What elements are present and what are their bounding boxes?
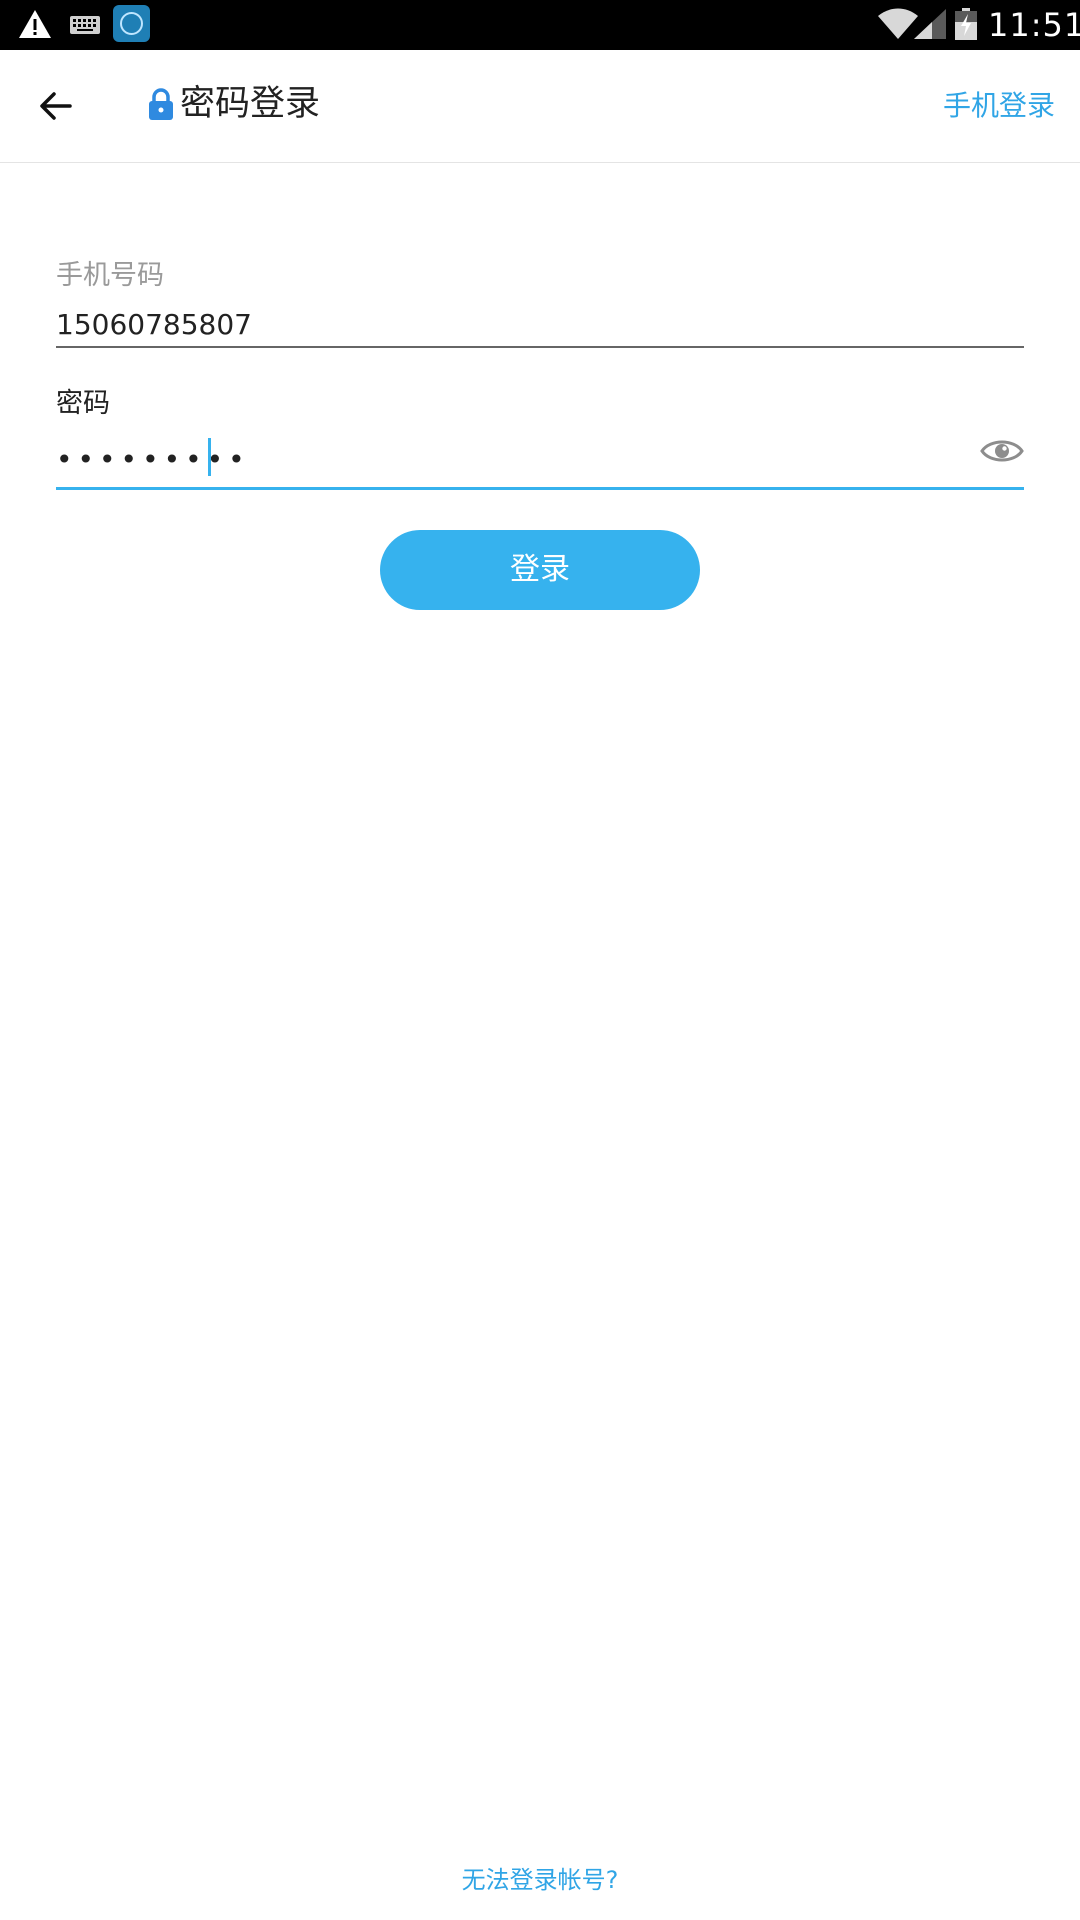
app-header: 密码登录 手机登录 [0,50,1080,163]
keyboard-icon [70,16,100,34]
lock-icon [149,88,173,120]
battery-charging-icon [955,8,977,40]
phone-number-label: 手机号码 [56,260,164,291]
phone-number-input[interactable]: 15060785807 [56,304,1024,348]
wifi-icon [878,8,918,39]
signal-icon [914,9,946,39]
login-button[interactable]: 登录 [380,530,700,610]
password-input[interactable]: ••••••••• [56,434,1024,490]
password-label: 密码 [56,388,110,419]
cannot-login-link[interactable]: 无法登录帐号? [0,1860,1080,1900]
status-time: 11:51 [988,6,1080,44]
status-bar: 11:51 [0,0,1080,50]
phone-login-link[interactable]: 手机登录 [943,86,1055,126]
eye-icon[interactable] [980,436,1024,466]
warning-icon [19,10,51,38]
nox-app-icon [113,5,150,42]
back-arrow-icon[interactable] [36,86,76,126]
page-title: 密码登录 [180,84,321,124]
password-value: ••••••••• [56,443,250,476]
text-caret [208,438,211,476]
login-screen: 11:51 密码登录 手机登录 手机号码 15060785807 密码 ••••… [0,0,1080,1920]
